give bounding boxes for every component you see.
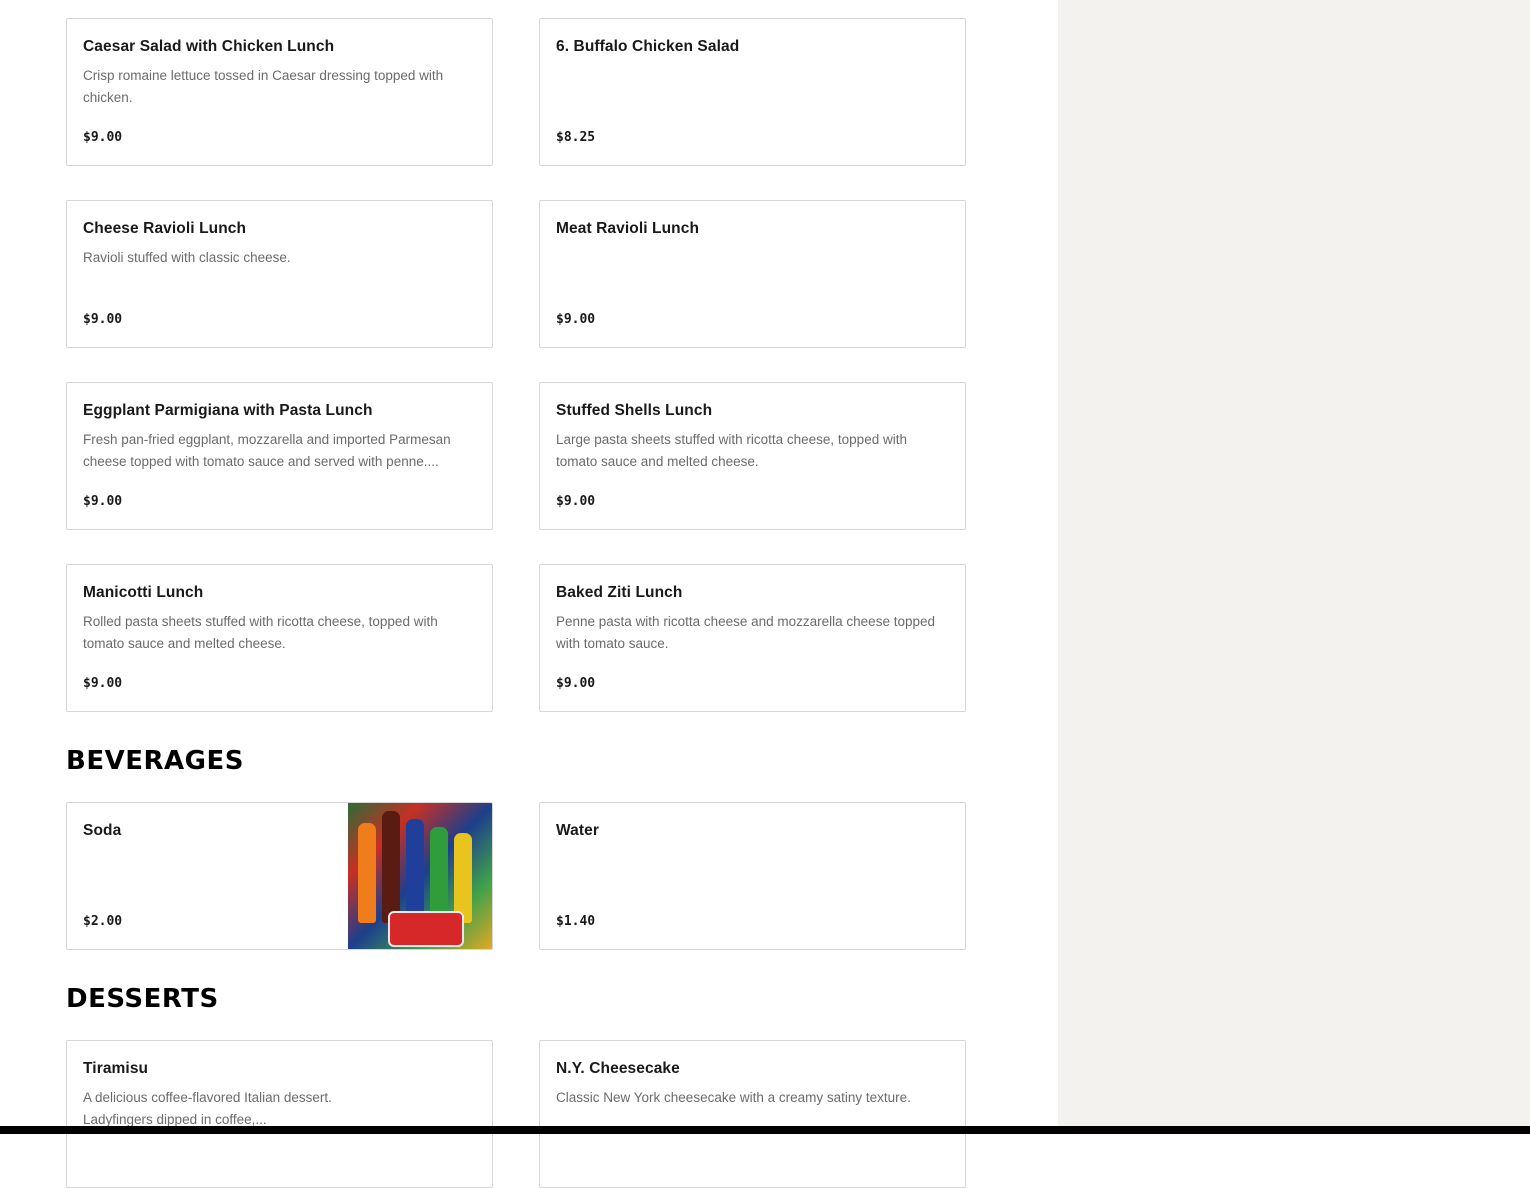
menu-item-card[interactable]: Stuffed Shells Lunch Large pasta sheets … xyxy=(539,382,966,530)
menu-item-card[interactable]: N.Y. Cheesecake Classic New York cheesec… xyxy=(539,1040,966,1188)
item-name: Tiramisu xyxy=(83,1060,149,1077)
item-description: Fresh pan-fried eggplant, mozzarella and… xyxy=(83,432,451,469)
soda-bottles-image xyxy=(348,803,492,949)
item-description: A delicious coffee-flavored Italian dess… xyxy=(83,1090,332,1127)
bottom-bar xyxy=(0,1126,1530,1134)
item-name: Baked Ziti Lunch xyxy=(556,584,683,601)
menu-item-card[interactable]: Caesar Salad with Chicken Lunch Crisp ro… xyxy=(66,18,493,166)
menu-item-card[interactable]: Eggplant Parmigiana with Pasta Lunch Fre… xyxy=(66,382,493,530)
bottle-shape xyxy=(454,833,472,923)
item-name: N.Y. Cheesecake xyxy=(556,1060,680,1077)
menu-content: Caesar Salad with Chicken Lunch Crisp ro… xyxy=(0,0,1058,1188)
item-price: $9.00 xyxy=(83,312,123,327)
section-heading-beverages: BEVERAGES xyxy=(66,746,244,776)
item-name: Stuffed Shells Lunch xyxy=(556,402,713,419)
item-description: Crisp romaine lettuce tossed in Caesar d… xyxy=(83,68,444,105)
item-description: Penne pasta with ricotta cheese and mozz… xyxy=(556,614,935,651)
item-description: Ravioli stuffed with classic cheese. xyxy=(83,250,291,265)
item-description: Large pasta sheets stuffed with ricotta … xyxy=(556,432,907,469)
item-price: $2.00 xyxy=(83,914,123,929)
item-price: $9.00 xyxy=(83,676,123,691)
item-name: Water xyxy=(556,822,599,839)
menu-item-card[interactable]: Cheese Ravioli Lunch Ravioli stuffed wit… xyxy=(66,200,493,348)
menu-item-card[interactable]: 6. Buffalo Chicken Salad $8.25 xyxy=(539,18,966,166)
menu-item-card[interactable]: Baked Ziti Lunch Penne pasta with ricott… xyxy=(539,564,966,712)
item-name: Caesar Salad with Chicken Lunch xyxy=(83,38,335,55)
item-name: Soda xyxy=(83,822,122,839)
bottle-shape xyxy=(406,819,424,923)
bottle-shape xyxy=(382,811,400,923)
menu-item-card[interactable]: Manicotti Lunch Rolled pasta sheets stuf… xyxy=(66,564,493,712)
menu-item-card[interactable]: Soda $2.00 xyxy=(66,802,493,950)
item-name: Cheese Ravioli Lunch xyxy=(83,220,247,237)
item-name: 6. Buffalo Chicken Salad xyxy=(556,38,740,55)
section-heading-desserts: DESSERTS xyxy=(66,984,219,1014)
item-name: Eggplant Parmigiana with Pasta Lunch xyxy=(83,402,373,419)
item-price: $9.00 xyxy=(556,312,596,327)
item-description: Classic New York cheesecake with a cream… xyxy=(556,1090,911,1105)
item-name: Meat Ravioli Lunch xyxy=(556,220,700,237)
item-price: $1.40 xyxy=(556,914,596,929)
soda-can-shape xyxy=(388,911,464,947)
bottle-shape xyxy=(358,823,376,923)
bottle-shape xyxy=(430,827,448,923)
menu-item-card[interactable]: Tiramisu A delicious coffee-flavored Ita… xyxy=(66,1040,493,1188)
item-price: $9.00 xyxy=(556,676,596,691)
item-price: $9.00 xyxy=(83,130,123,145)
menu-item-card[interactable]: Meat Ravioli Lunch $9.00 xyxy=(539,200,966,348)
item-description: Rolled pasta sheets stuffed with ricotta… xyxy=(83,614,438,651)
menu-item-card[interactable]: Water $1.40 xyxy=(539,802,966,950)
item-price: $8.25 xyxy=(556,130,596,145)
item-price: $9.00 xyxy=(83,494,123,509)
item-price: $9.00 xyxy=(556,494,596,509)
item-name: Manicotti Lunch xyxy=(83,584,204,601)
cart-sidebar xyxy=(1058,0,1530,1134)
